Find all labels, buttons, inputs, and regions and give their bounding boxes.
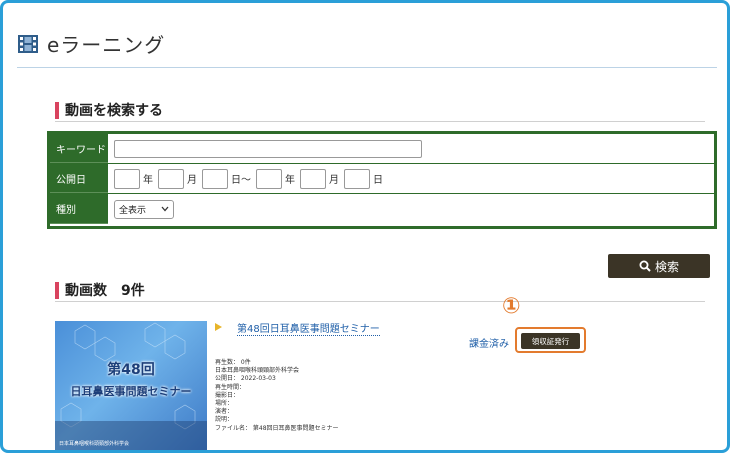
category-selected-value: 全表示 <box>119 205 147 216</box>
search-form: キーワード 公開日 年 月 日～ 年 月 日 種別 全表示 <box>47 131 717 229</box>
search-section-title: 動画を検索する <box>65 103 163 119</box>
paid-status-link[interactable]: 課金済み <box>469 335 509 350</box>
start-day-input[interactable] <box>202 168 228 189</box>
app-frame: eラーニング 動画を検索する キーワード 公開日 年 月 日～ 年 月 日 種別… <box>0 0 730 453</box>
category-label: 種別 <box>50 194 108 224</box>
month-unit-end: 月 <box>329 175 339 186</box>
date-label: 公開日 <box>50 164 108 193</box>
meta-view-count: 再生数： 0件 <box>215 359 251 366</box>
heading-bar <box>55 281 59 299</box>
play-arrow-icon <box>215 323 222 331</box>
keyword-input[interactable] <box>114 139 422 158</box>
receipt-issue-button[interactable]: 領収証発行 <box>521 333 580 349</box>
thumbnail-title-line2: 日耳鼻医事問題セミナー <box>70 385 192 398</box>
page-header: eラーニング <box>17 29 165 58</box>
callout-number: ① <box>502 294 521 319</box>
start-month-input[interactable] <box>158 168 184 189</box>
chevron-down-icon <box>161 206 169 212</box>
thumbnail-title-line1: 第48回 <box>107 362 155 378</box>
search-icon <box>639 260 651 272</box>
year-unit: 年 <box>143 175 153 186</box>
date-row: 公開日 年 月 日～ 年 月 日 <box>50 164 714 194</box>
meta-speaker: 演者： <box>215 408 234 416</box>
category-select[interactable]: 全表示 <box>114 199 174 219</box>
video-title-link[interactable]: 第48回日耳鼻医事問題セミナー <box>237 320 380 336</box>
month-unit: 月 <box>187 175 197 186</box>
search-button[interactable]: 検索 <box>608 254 710 278</box>
search-button-label: 検索 <box>654 259 679 274</box>
meta-publish-date: 公開日： 2022-03-03 <box>215 375 276 383</box>
meta-shoot-date: 撮影日： <box>215 391 240 399</box>
page-title: eラーニング <box>47 33 166 57</box>
keyword-label: キーワード <box>50 134 108 163</box>
search-section-heading: 動画を検索する <box>55 100 163 120</box>
meta-duration: 再生時間： <box>215 383 246 391</box>
end-month-input[interactable] <box>300 168 326 189</box>
category-row: 種別 全表示 <box>50 194 714 224</box>
header-divider <box>17 67 717 68</box>
keyword-row: キーワード <box>50 134 714 164</box>
meta-location: 場所： <box>215 400 234 408</box>
results-count-title: 動画数 9件 <box>65 283 145 299</box>
year-unit-end: 年 <box>285 175 295 186</box>
video-meta-list: 再生数： 0件 日本耳鼻咽喉科頭頸部外科学会 公開日： 2022-03-03 再… <box>215 359 339 433</box>
heading-bar <box>55 101 59 119</box>
video-thumbnail[interactable]: 第48回 日耳鼻医事問題セミナー 日本耳鼻咽喉科頭頸部外科学会 <box>55 321 207 450</box>
film-icon <box>18 34 38 53</box>
search-section-divider <box>55 121 705 122</box>
meta-description: 説明： <box>215 416 234 424</box>
results-section-divider <box>55 301 705 302</box>
thumbnail-footer: 日本耳鼻咽喉科頭頸部外科学会 <box>59 441 130 447</box>
meta-organization: 日本耳鼻咽喉科頭頸部外科学会 <box>215 367 300 375</box>
end-day-input[interactable] <box>344 168 370 189</box>
start-year-input[interactable] <box>114 168 140 189</box>
day-range-sep: 日～ <box>231 175 251 186</box>
end-year-input[interactable] <box>256 168 282 189</box>
meta-filename: ファイル名： 第48回日耳鼻医事問題セミナー <box>215 424 339 432</box>
day-unit-end: 日 <box>373 175 383 186</box>
results-section-heading: 動画数 9件 <box>55 280 145 300</box>
